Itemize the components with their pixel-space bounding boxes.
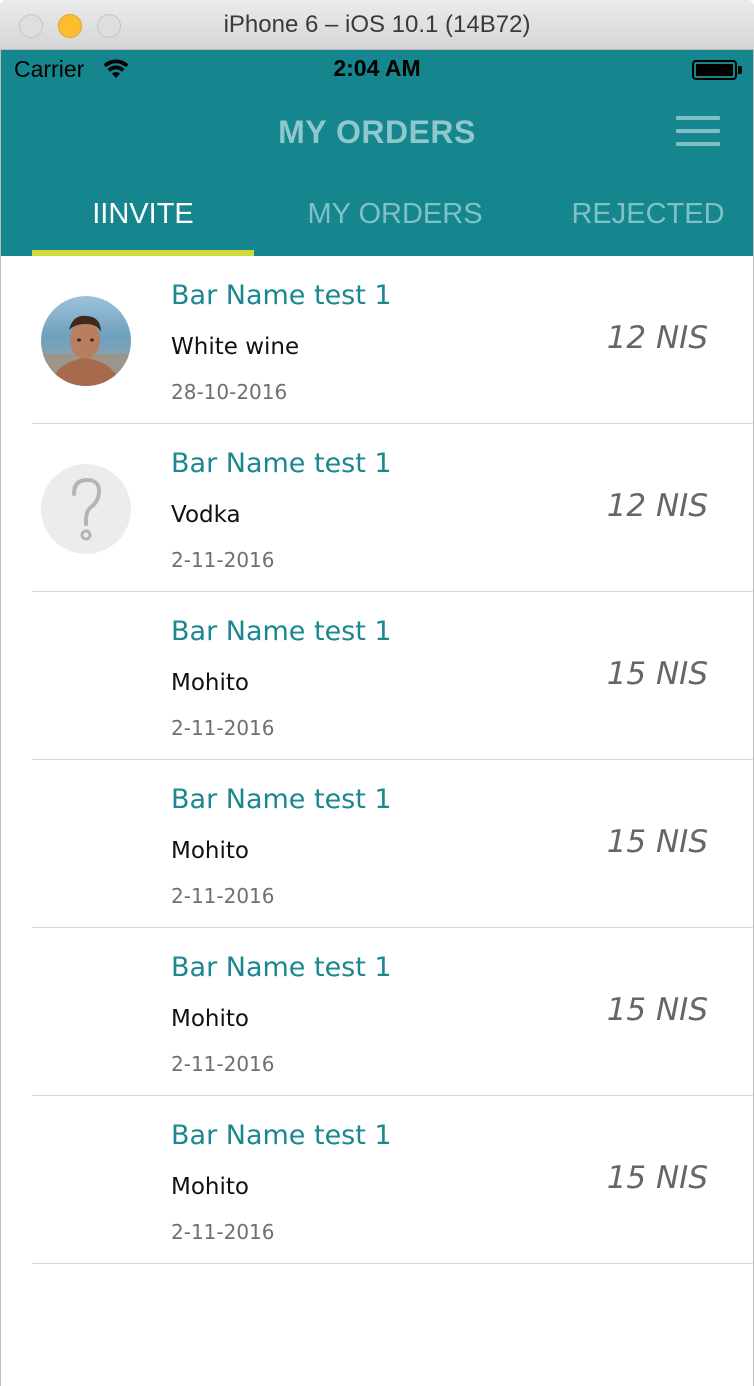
order-price: 12 NIS bbox=[606, 488, 708, 524]
bar-name: Bar Name test 1 bbox=[171, 1120, 392, 1151]
app-header: Carrier 2:04 AM MY ORDERS IINVITE MY ORD… bbox=[1, 50, 753, 256]
question-mark-icon bbox=[72, 477, 102, 541]
order-date: 2-11-2016 bbox=[171, 1220, 275, 1244]
simulator-window-titlebar: iPhone 6 – iOS 10.1 (14B72) bbox=[0, 0, 754, 50]
order-price: 15 NIS bbox=[606, 656, 708, 692]
status-time: 2:04 AM bbox=[333, 55, 421, 81]
hamburger-menu-icon[interactable] bbox=[676, 116, 720, 146]
order-row[interactable]: Bar Name test 1 Mohito 2-11-2016 15 NIS bbox=[1, 928, 753, 1096]
user-avatar-photo bbox=[41, 296, 131, 386]
window-left-border bbox=[0, 50, 1, 1386]
bar-name: Bar Name test 1 bbox=[171, 784, 392, 815]
order-price: 15 NIS bbox=[606, 824, 708, 860]
bar-name: Bar Name test 1 bbox=[171, 448, 392, 479]
page-title: MY ORDERS bbox=[278, 114, 476, 150]
order-price: 12 NIS bbox=[606, 320, 708, 356]
bar-name: Bar Name test 1 bbox=[171, 952, 392, 983]
order-price: 15 NIS bbox=[606, 1160, 708, 1196]
order-price: 15 NIS bbox=[606, 992, 708, 1028]
drink-name: Mohito bbox=[171, 838, 249, 864]
order-date: 2-11-2016 bbox=[171, 716, 275, 740]
avatar-photo-icon bbox=[41, 296, 131, 386]
bar-name: Bar Name test 1 bbox=[171, 280, 392, 311]
order-date: 28-10-2016 bbox=[171, 380, 288, 404]
row-divider bbox=[32, 1263, 753, 1264]
tab-rejected[interactable]: REJECTED bbox=[537, 190, 754, 256]
battery-icon bbox=[692, 60, 742, 80]
drink-name: Vodka bbox=[171, 502, 241, 528]
window-title: iPhone 6 – iOS 10.1 (14B72) bbox=[223, 11, 531, 38]
user-avatar-placeholder bbox=[41, 464, 131, 554]
bar-name: Bar Name test 1 bbox=[171, 616, 392, 647]
tab-my-orders[interactable]: MY ORDERS bbox=[284, 190, 506, 256]
drink-name: Mohito bbox=[171, 1006, 249, 1032]
order-row[interactable]: Bar Name test 1 Mohito 2-11-2016 15 NIS bbox=[1, 592, 753, 760]
drink-name: Mohito bbox=[171, 1174, 249, 1200]
order-row[interactable]: Bar Name test 1 Mohito 2-11-2016 15 NIS bbox=[1, 1096, 753, 1264]
tab-bar: IINVITE MY ORDERS REJECTED bbox=[1, 190, 753, 256]
order-row[interactable]: Bar Name test 1 Mohito 2-11-2016 15 NIS bbox=[1, 760, 753, 928]
order-row[interactable]: Bar Name test 1 White wine 28-10-2016 12… bbox=[1, 256, 753, 424]
order-date: 2-11-2016 bbox=[171, 1052, 275, 1076]
order-row[interactable]: Bar Name test 1 Vodka 2-11-2016 12 NIS bbox=[1, 424, 753, 592]
tab-invite[interactable]: IINVITE bbox=[32, 190, 254, 256]
order-date: 2-11-2016 bbox=[171, 884, 275, 908]
drink-name: White wine bbox=[171, 334, 300, 360]
status-bar: Carrier 2:04 AM bbox=[1, 50, 753, 90]
drink-name: Mohito bbox=[171, 670, 249, 696]
order-date: 2-11-2016 bbox=[171, 548, 275, 572]
